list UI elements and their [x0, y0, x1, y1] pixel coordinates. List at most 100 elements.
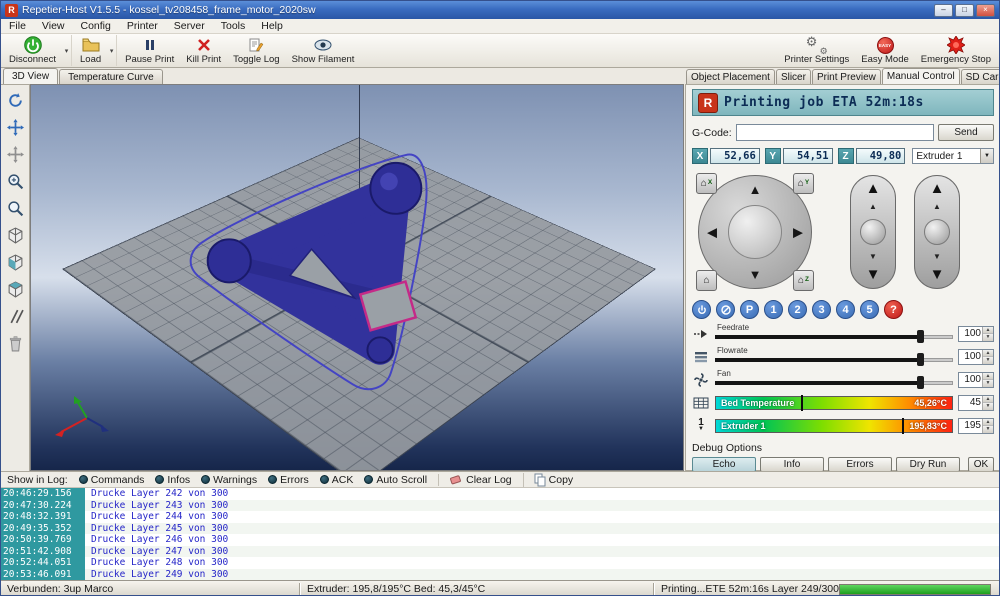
disconnect-dropdown[interactable]: ▾	[62, 35, 72, 66]
toggle-infos[interactable]: Infos	[155, 474, 190, 486]
spin-up-icon[interactable]: ▲	[983, 327, 993, 335]
preset-1-button[interactable]: 1	[764, 300, 783, 319]
tab-print-preview[interactable]: Print Preview	[812, 69, 881, 84]
spin-up-icon[interactable]: ▲	[983, 396, 993, 404]
tab-sd-card[interactable]: SD Card	[961, 69, 1000, 84]
home-x-button[interactable]: ⌂X	[696, 173, 717, 194]
flowrate-slider[interactable]: Flowrate	[715, 348, 953, 365]
preset-3-button[interactable]: 3	[812, 300, 831, 319]
top-view-button[interactable]	[4, 278, 27, 301]
home-z-button[interactable]: ⌂Z	[793, 270, 814, 291]
preset-4-button[interactable]: 4	[836, 300, 855, 319]
menu-printer[interactable]: Printer	[119, 20, 166, 32]
help-button[interactable]: ?	[884, 300, 903, 319]
isometric-view-button[interactable]	[4, 224, 27, 247]
dry-run-button[interactable]: Dry Run	[896, 457, 960, 472]
menu-help[interactable]: Help	[253, 20, 291, 32]
toggle-log-button[interactable]: Toggle Log	[227, 35, 285, 66]
spin-down-icon[interactable]: ▼	[983, 403, 993, 410]
move-x-plus-button[interactable]: ▶	[793, 226, 803, 239]
xy-center-button[interactable]	[728, 205, 782, 259]
extruder-center-knob[interactable]	[924, 219, 950, 245]
motors-off-button[interactable]	[716, 300, 735, 319]
errors-button[interactable]: Errors	[828, 457, 892, 472]
tab-manual-control[interactable]: Manual Control	[882, 68, 960, 84]
toggle-auto-scroll[interactable]: Auto Scroll	[364, 474, 427, 486]
show-filament-button[interactable]: Show Filament	[286, 35, 361, 66]
menu-file[interactable]: File	[1, 20, 34, 32]
tab-3d-view[interactable]: 3D View	[3, 68, 58, 84]
spin-up-icon[interactable]: ▲	[983, 419, 993, 427]
home-all-button[interactable]: ⌂	[696, 270, 717, 291]
toggle-commands[interactable]: Commands	[79, 474, 145, 486]
bed-temp-spinbox[interactable]: 45 ▲▼	[958, 395, 994, 411]
emergency-stop-button[interactable]: Emergency Stop	[915, 35, 997, 66]
flowrate-slider-handle[interactable]	[917, 353, 924, 366]
spin-down-icon[interactable]: ▼	[983, 380, 993, 387]
feedrate-slider-handle[interactable]	[917, 330, 924, 343]
move-y-plus-button[interactable]: ▲	[749, 183, 762, 196]
delete-object-button[interactable]	[4, 332, 27, 355]
fan-slider-handle[interactable]	[917, 376, 924, 389]
spin-down-icon[interactable]: ▼	[983, 334, 993, 341]
fan-spinbox[interactable]: 100 ▲▼	[958, 372, 994, 388]
z-down-fast-button[interactable]: ▼	[866, 269, 881, 281]
3d-viewport[interactable]	[30, 84, 684, 471]
printer-settings-button[interactable]: ⚙⚙ Printer Settings	[778, 35, 855, 66]
z-up-slow-button[interactable]: ▲	[869, 203, 877, 211]
gcode-input[interactable]	[736, 124, 934, 141]
extruder-toggle-button[interactable]: 1 ▼	[692, 419, 710, 432]
menu-tools[interactable]: Tools	[213, 20, 254, 32]
load-button[interactable]: Load	[74, 35, 107, 66]
bed-toggle-button[interactable]	[692, 397, 710, 409]
extrude-fast-button[interactable]: ▼	[930, 269, 945, 281]
menu-server[interactable]: Server	[166, 20, 213, 32]
chevron-down-icon[interactable]: ▼	[980, 149, 993, 163]
flowrate-spinbox[interactable]: 100 ▲▼	[958, 349, 994, 365]
extruder-temperature-bar[interactable]: Extruder 1 195,83°C	[715, 419, 953, 433]
kill-print-button[interactable]: Kill Print	[180, 35, 227, 66]
spin-up-icon[interactable]: ▲	[983, 373, 993, 381]
tab-slicer[interactable]: Slicer	[776, 69, 811, 84]
move-y-minus-button[interactable]: ▼	[749, 268, 762, 281]
rotate-view-button[interactable]	[4, 89, 27, 112]
log-output[interactable]: 20:46:29.156Drucke Layer 242 von 300 20:…	[1, 488, 1000, 580]
preset-5-button[interactable]: 5	[860, 300, 879, 319]
feedrate-spinbox[interactable]: 100 ▲▼	[958, 326, 994, 342]
xy-move-pad[interactable]: ▲ ▼ ◀ ▶ ⌂X ⌂Y ⌂ ⌂Z	[698, 175, 812, 289]
front-view-button[interactable]	[4, 251, 27, 274]
send-button[interactable]: Send	[938, 124, 994, 141]
easy-mode-button[interactable]: EASY Easy Mode	[855, 35, 915, 66]
disconnect-button[interactable]: Disconnect	[3, 35, 62, 66]
info-button[interactable]: Info	[760, 457, 824, 472]
parallel-projection-button[interactable]	[4, 305, 27, 328]
spin-up-icon[interactable]: ▲	[983, 350, 993, 358]
zoom-view-button[interactable]	[4, 197, 27, 220]
extrude-slow-button[interactable]: ▼	[933, 253, 941, 261]
load-dropdown[interactable]: ▾	[107, 35, 117, 66]
z-center-knob[interactable]	[860, 219, 886, 245]
move-x-minus-button[interactable]: ◀	[707, 226, 717, 239]
park-button[interactable]: P	[740, 300, 759, 319]
move-object-button[interactable]	[4, 116, 27, 139]
spin-down-icon[interactable]: ▼	[983, 357, 993, 364]
bed-temperature-bar[interactable]: Bed Temperature 45,26°C	[715, 396, 953, 410]
close-button[interactable]: ×	[976, 4, 995, 17]
menu-view[interactable]: View	[34, 20, 73, 32]
feedrate-slider[interactable]: Feedrate	[715, 325, 953, 342]
menu-config[interactable]: Config	[73, 20, 119, 32]
move-viewpoint-button[interactable]	[4, 143, 27, 166]
title-bar[interactable]: R Repetier-Host V1.5.5 - kossel_tv208458…	[1, 1, 999, 19]
z-down-slow-button[interactable]: ▼	[869, 253, 877, 261]
toggle-errors[interactable]: Errors	[268, 474, 309, 486]
fan-slider[interactable]: Fan	[715, 371, 953, 388]
toggle-ack[interactable]: ACK	[320, 474, 354, 486]
preset-2-button[interactable]: 2	[788, 300, 807, 319]
extruder-move-control[interactable]: ▲ ▲ ▼ ▼	[914, 175, 960, 289]
echo-button[interactable]: Echo	[692, 457, 756, 472]
extruder-temp-spinbox[interactable]: 195 ▲▼	[958, 418, 994, 434]
extruder-select[interactable]: Extruder 1 ▼	[912, 148, 994, 164]
ok-button[interactable]: OK	[968, 457, 994, 472]
toggle-warnings[interactable]: Warnings	[201, 474, 257, 486]
pause-print-button[interactable]: Pause Print	[119, 35, 180, 66]
